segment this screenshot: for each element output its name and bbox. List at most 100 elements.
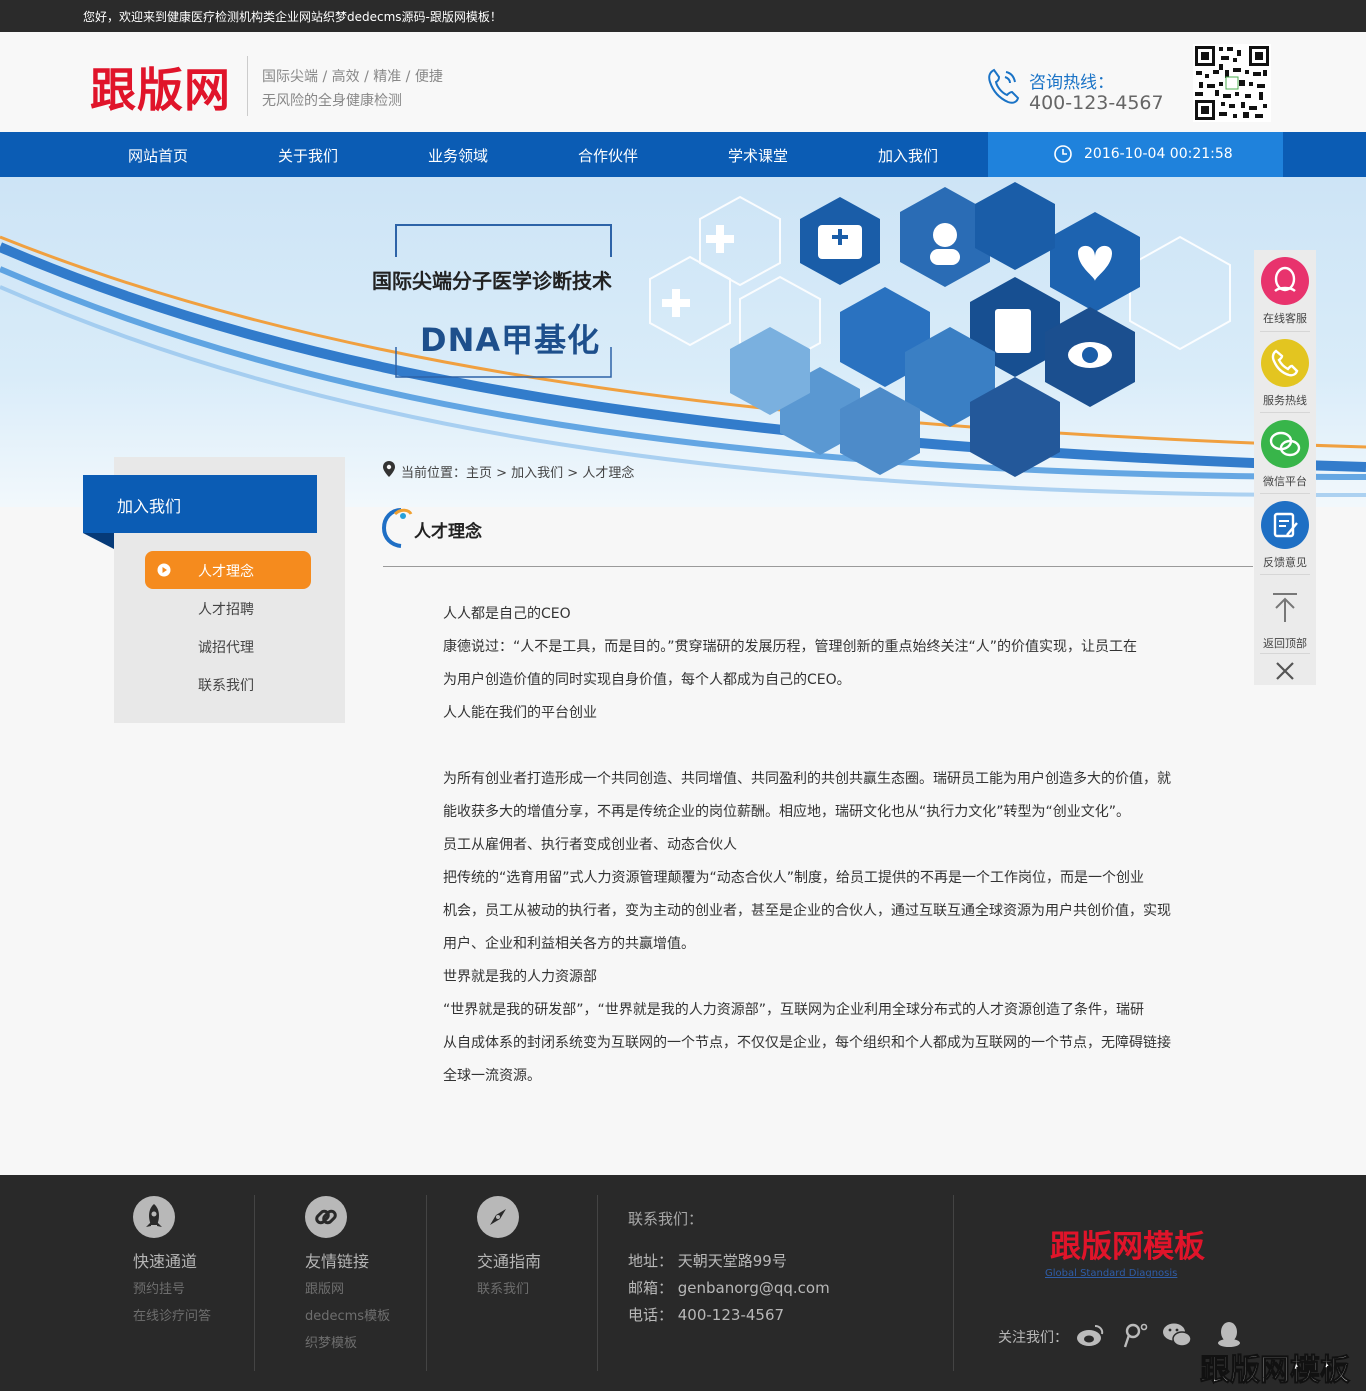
sidebar-item-label: 诚招代理 bbox=[198, 640, 254, 656]
sidebar-item-recruitment[interactable]: 人才招聘 bbox=[145, 589, 311, 627]
nav-partners[interactable]: 合作伙伴 bbox=[533, 145, 683, 166]
article-line: 能收获多大的增值分享，不再是传统企业的岗位薪酬。相应地，瑞研文化也从“执行力文化… bbox=[443, 804, 1131, 820]
article-line: 用户、企业和利益相关各方的共赢增值。 bbox=[443, 936, 695, 952]
article-line: 把传统的“选育用留”式人力资源管理颠覆为“动态合伙人”制度，给员工提供的不再是一… bbox=[443, 870, 1145, 886]
feedback-icon bbox=[1261, 501, 1309, 549]
main-nav: 网站首页 关于我们 业务领域 合作伙伴 学术课堂 加入我们 2016-10-04… bbox=[0, 132, 1366, 177]
service-hotline-button[interactable]: 服务热线 bbox=[1254, 332, 1316, 412]
wechat-platform-button[interactable]: 微信平台 bbox=[1254, 413, 1316, 493]
float-separator bbox=[1260, 653, 1310, 654]
floating-service-panel: 在线客服 服务热线 微信平台 反馈意见 返回顶部 bbox=[1254, 250, 1316, 685]
top-bar: 您好，欢迎来到健康医疗检测机构类企业网站织梦dedecms源码-跟版网模板！ bbox=[0, 0, 1366, 32]
datetime-box: 2016-10-04 00:21:58 bbox=[988, 132, 1283, 177]
sidebar-item-label: 人才理念 bbox=[198, 564, 254, 580]
follow-us-label: 关注我们： bbox=[998, 1330, 1068, 1346]
banner-title: 国际尖端分子医学诊断技术 bbox=[372, 269, 612, 293]
footer-link[interactable]: 织梦模板 bbox=[305, 1332, 357, 1351]
link-icon bbox=[305, 1196, 347, 1238]
sidebar-item-contact[interactable]: 联系我们 bbox=[145, 665, 311, 703]
article-line: 人人能在我们的平台创业 bbox=[443, 705, 597, 721]
location-pin-icon bbox=[383, 461, 395, 477]
footer-link[interactable]: 联系我们 bbox=[477, 1278, 529, 1297]
footer-link[interactable]: dedecms模板 bbox=[305, 1305, 390, 1324]
contact-phone: 电话： 400-123-4567 bbox=[628, 1306, 785, 1324]
footer-column-title: 友情链接 bbox=[305, 1252, 370, 1271]
article-line: 全球一流资源。 bbox=[443, 1068, 541, 1084]
qr-code bbox=[1193, 44, 1271, 122]
sidebar-item-label: 联系我们 bbox=[198, 678, 254, 694]
datetime-text: 2016-10-04 00:21:58 bbox=[1084, 146, 1233, 162]
header: 跟版网 国际尖端 / 高效 / 精准 / 便捷 无风险的全身健康检测 咨询热线：… bbox=[0, 32, 1366, 132]
nav-join-us[interactable]: 加入我们 bbox=[833, 145, 983, 166]
phone-icon bbox=[988, 68, 1020, 104]
float-item-label: 微信平台 bbox=[1263, 475, 1307, 488]
article-line: 为用户创造价值的同时实现自身价值，每个人都成为自己的CEO。 bbox=[443, 672, 851, 688]
footer-logo: 跟版网模板 bbox=[1050, 1229, 1205, 1265]
section-title-icon bbox=[381, 508, 413, 548]
tencent-weibo-icon[interactable] bbox=[1120, 1321, 1150, 1349]
float-item-label: 服务热线 bbox=[1263, 394, 1307, 407]
footer-link[interactable]: 预约挂号 bbox=[133, 1278, 185, 1297]
contact-email: 邮箱： genbanorg@qq.com bbox=[628, 1279, 830, 1297]
footer-link[interactable]: 跟版网 bbox=[305, 1278, 344, 1297]
clock-icon bbox=[1054, 145, 1072, 163]
online-service-button[interactable]: 在线客服 bbox=[1254, 250, 1316, 330]
rocket-icon bbox=[133, 1196, 175, 1238]
footer: 快速通道 预约挂号 在线诊疗问答 友情链接 跟版网 dedecms模板 织梦模板… bbox=[0, 1175, 1366, 1391]
qq-icon bbox=[1261, 257, 1309, 305]
nav-academy[interactable]: 学术课堂 bbox=[683, 145, 833, 166]
close-icon[interactable] bbox=[1274, 660, 1296, 682]
article-line: “世界就是我的研发部”，“世界就是我的人力资源部”，互联网为企业利用全球分布式的… bbox=[443, 1002, 1145, 1018]
sidebar-item-label: 人才招聘 bbox=[198, 602, 254, 618]
phone-icon bbox=[1261, 339, 1309, 387]
arrow-up-icon bbox=[1261, 582, 1309, 630]
nav-home[interactable]: 网站首页 bbox=[83, 145, 233, 166]
contact-address: 地址： 天朝天堂路99号 bbox=[628, 1252, 787, 1270]
tagline-primary: 国际尖端 / 高效 / 精准 / 便捷 bbox=[262, 69, 443, 85]
compass-icon bbox=[477, 1196, 519, 1238]
article-line: 人人都是自己的CEO bbox=[443, 606, 571, 622]
sidebar-item-talent-philosophy[interactable]: 人才理念 bbox=[145, 551, 311, 589]
back-to-top-button[interactable]: 返回顶部 bbox=[1254, 575, 1316, 655]
article-title: 人才理念 bbox=[414, 522, 482, 542]
play-icon bbox=[157, 563, 171, 577]
wechat-icon bbox=[1261, 420, 1309, 468]
article-line: 康德说过：“人不是工具，而是目的。”贯穿瑞研的发展历程，管理创新的重点始终关注“… bbox=[443, 639, 1138, 655]
sidebar-item-agents[interactable]: 诚招代理 bbox=[145, 627, 311, 665]
feedback-button[interactable]: 反馈意见 bbox=[1254, 494, 1316, 574]
footer-divider bbox=[597, 1195, 598, 1371]
title-divider bbox=[383, 566, 1253, 567]
sidebar-fold bbox=[83, 533, 114, 549]
hotline-label: 咨询热线： bbox=[1029, 73, 1114, 93]
logo-divider bbox=[247, 56, 248, 116]
contact-title: 联系我们： bbox=[628, 1210, 704, 1228]
footer-logo-subtitle[interactable]: Global Standard Diagnosis bbox=[1045, 1268, 1177, 1279]
footer-divider bbox=[953, 1195, 954, 1371]
breadcrumb-text[interactable]: 当前位置：主页 > 加入我们 > 人才理念 bbox=[401, 462, 634, 481]
welcome-text: 您好，欢迎来到健康医疗检测机构类企业网站织梦dedecms源码-跟版网模板！ bbox=[83, 10, 502, 24]
footer-column-title: 交通指南 bbox=[477, 1252, 542, 1271]
nav-business[interactable]: 业务领域 bbox=[383, 145, 533, 166]
footer-divider bbox=[426, 1195, 427, 1371]
footer-column-title: 快速通道 bbox=[133, 1252, 198, 1271]
hotline-number: 400-123-4567 bbox=[1029, 92, 1164, 114]
float-item-label: 在线客服 bbox=[1263, 312, 1307, 325]
article-line: 从自成体系的封闭系统变为互联网的一个节点，不仅仅是企业，每个组织和个人都成为互联… bbox=[443, 1035, 1171, 1051]
sidebar-heading: 加入我们 bbox=[83, 475, 317, 533]
nav-about[interactable]: 关于我们 bbox=[233, 145, 383, 166]
article-line: 为所有创业者打造形成一个共同创造、共同增值、共同盈利的共创共赢生态圈。瑞研员工能… bbox=[443, 771, 1171, 787]
tagline-secondary: 无风险的全身健康检测 bbox=[262, 93, 402, 109]
watermark-logo: 跟版网模板 bbox=[1200, 1353, 1351, 1389]
wechat-icon[interactable] bbox=[1162, 1321, 1192, 1349]
weibo-icon[interactable] bbox=[1075, 1321, 1105, 1349]
footer-link[interactable]: 在线诊疗问答 bbox=[133, 1305, 211, 1324]
float-item-label: 反馈意见 bbox=[1263, 556, 1307, 569]
article-line: 世界就是我的人力资源部 bbox=[443, 969, 597, 985]
article-line: 机会，员工从被动的执行者，变为主动的创业者，甚至是企业的合伙人，通过互联互通全球… bbox=[443, 903, 1171, 919]
article-line: 员工从雇佣者、执行者变成创业者、动态合伙人 bbox=[443, 837, 737, 853]
sidebar-heading-text: 加入我们 bbox=[117, 497, 182, 516]
site-logo[interactable]: 跟版网 bbox=[90, 54, 231, 120]
float-item-label: 返回顶部 bbox=[1263, 637, 1307, 650]
banner-subtitle: DNA甲基化 bbox=[420, 321, 601, 359]
footer-divider bbox=[254, 1195, 255, 1371]
